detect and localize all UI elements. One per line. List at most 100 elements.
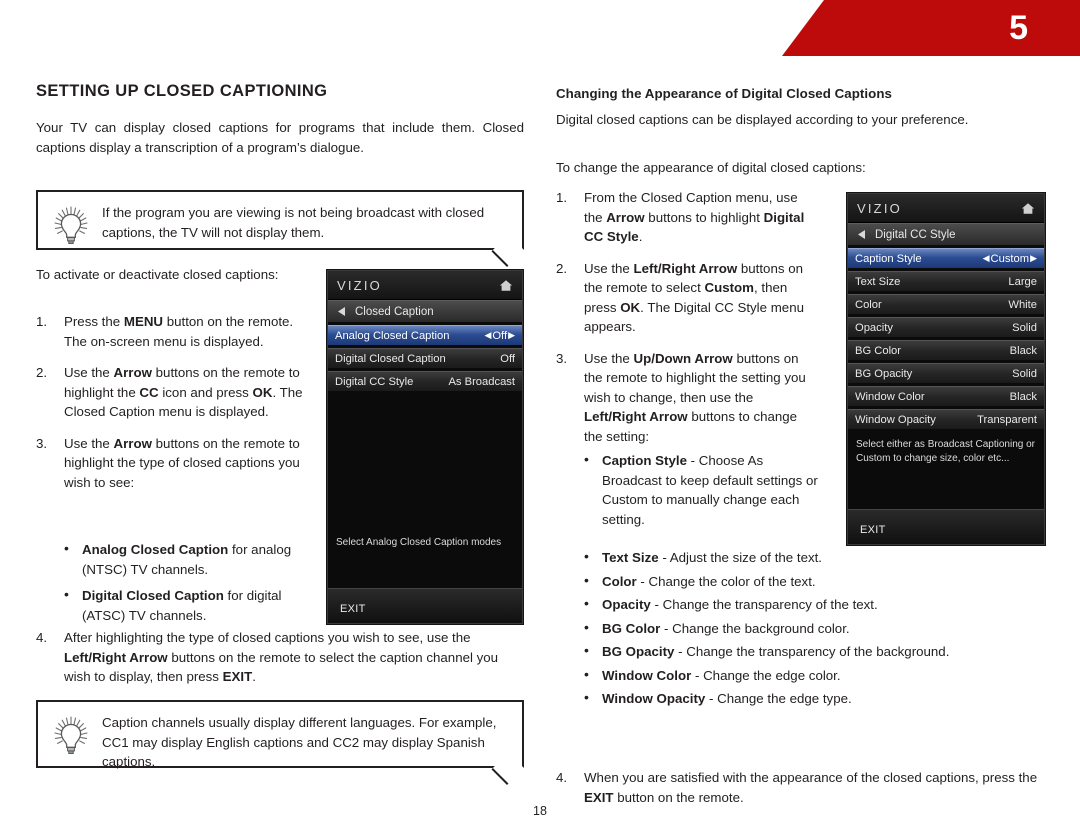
list-item: Opacity - Change the transparency of the… (578, 594, 1044, 615)
list-item: 3. Use the Up/Down Arrow buttons on the r… (556, 349, 818, 447)
osd-exit-label[interactable]: EXIT (860, 524, 886, 536)
tip-callout-broadcast: If the program you are viewing is not be… (36, 190, 524, 267)
chevron-right-icon[interactable]: ▶ (508, 331, 515, 340)
osd-row-list: Analog Closed Caption ◀ Off ▶ Digital Closed… (328, 322, 522, 391)
menu-row[interactable]: Color White (848, 294, 1044, 314)
step-text: Use the Left/Right Arrow buttons on the … (584, 260, 804, 335)
osd-breadcrumb[interactable]: Closed Caption (328, 300, 522, 322)
left-sub-bullets: Analog Closed Caption for analog (NTSC) … (58, 539, 326, 632)
chevron-right-icon[interactable]: ▶ (1030, 254, 1037, 263)
osd-breadcrumb-label: Digital CC Style (875, 228, 956, 241)
home-icon[interactable] (1021, 202, 1035, 215)
menu-row-value: Off (500, 352, 515, 365)
step-number: 3. (36, 435, 48, 451)
list-item: BG Opacity - Change the transparency of … (578, 641, 1044, 662)
intro-paragraph: Your TV can display closed captions for … (36, 120, 524, 155)
menu-row-label: Opacity (855, 321, 893, 334)
menu-row-value: Black (1009, 344, 1037, 357)
lightbulb-icon (48, 203, 94, 249)
lead-in-text: To activate or deactivate closed caption… (36, 267, 279, 282)
menu-row-label: Window Color (855, 390, 925, 403)
step-text: Use the Arrow buttons on the remote to h… (64, 435, 300, 490)
menu-row-label: Window Opacity (855, 413, 936, 426)
menu-row[interactable]: Digital Closed Caption Off (328, 348, 522, 368)
list-item: 2. Use the Arrow buttons on the remote to… (36, 363, 318, 422)
menu-row[interactable]: BG Opacity Solid (848, 363, 1044, 383)
menu-row-value: Transparent (977, 413, 1037, 426)
osd-exit-label[interactable]: EXIT (340, 603, 366, 615)
chevron-left-icon[interactable]: ◀ (983, 254, 990, 263)
page-title: SETTING UP CLOSED CAPTIONING (36, 82, 328, 100)
menu-row-value: White (1008, 298, 1037, 311)
menu-row-value-text: Off (492, 329, 508, 342)
vizio-logo: VIZIO (337, 277, 382, 293)
list-item: 2. Use the Left/Right Arrow buttons on th… (556, 259, 818, 337)
menu-row-value: As Broadcast (448, 375, 515, 388)
step-text: After highlighting the type of closed ca… (64, 630, 499, 684)
menu-row-value: Large (1008, 275, 1037, 288)
osd-hint-text: Select either as Broadcast Captioning or… (856, 439, 1035, 464)
lightbulb-icon (48, 713, 94, 759)
step-number: 3. (556, 350, 568, 366)
right-bullets-wide: Text Size - Adjust the size of the text.… (578, 547, 1044, 713)
menu-row-value: Solid (1012, 321, 1037, 334)
list-item: BG Color - Change the background color. (578, 618, 1044, 639)
menu-row-value-text: Custom (990, 252, 1030, 265)
list-item: Color - Change the color of the text. (578, 571, 1044, 592)
osd-breadcrumb-label: Closed Caption (355, 305, 434, 318)
menu-row[interactable]: Caption Style ◀ Custom ▶ (848, 248, 1044, 268)
menu-row-label: Text Size (855, 275, 901, 288)
menu-row-label: Analog Closed Caption (335, 329, 450, 342)
back-arrow-icon[interactable] (338, 303, 346, 321)
page-number: 18 (533, 804, 547, 818)
osd-hint-text: Select Analog Closed Caption modes (336, 537, 502, 548)
osd-titlebar: VIZIO (328, 271, 522, 300)
list-item: Analog Closed Caption for analog (NTSC) … (58, 539, 326, 579)
left-steps-list: 1. Press the MENU button on the remote. T… (36, 312, 318, 504)
step-text: When you are satisfied with the appearan… (584, 770, 1038, 805)
menu-row[interactable]: Text Size Large (848, 271, 1044, 291)
step-number: 4. (556, 770, 568, 785)
menu-row-value: ◀ Custom ▶ (983, 253, 1037, 265)
tip-text: Caption channels usually display differe… (102, 715, 497, 769)
list-item: Window Color - Change the edge color. (578, 665, 1044, 686)
step-text: Use the Up/Down Arrow buttons on the rem… (584, 350, 806, 444)
list-item: Caption Style - Choose As Broadcast to k… (578, 450, 826, 529)
menu-row-value: ◀ Off ▶ (484, 330, 515, 342)
menu-row[interactable]: Analog Closed Caption ◀ Off ▶ (328, 325, 522, 345)
menu-row[interactable]: Opacity Solid (848, 317, 1044, 337)
lead-in-text: To change the appearance of digital clos… (556, 160, 866, 175)
menu-row[interactable]: Window Opacity Transparent (848, 409, 1044, 429)
list-item: 1. Press the MENU button on the remote. T… (36, 312, 318, 351)
list-item: Window Opacity - Change the edge type. (578, 688, 1044, 709)
menu-row[interactable]: BG Color Black (848, 340, 1044, 360)
list-item: 1. From the Closed Caption menu, use the … (556, 188, 818, 247)
menu-row[interactable]: Window Color Black (848, 386, 1044, 406)
menu-row-label: Digital Closed Caption (335, 352, 446, 365)
step-text: Use the Arrow buttons on the remote to h… (64, 365, 303, 419)
menu-row-value: Solid (1012, 367, 1037, 380)
tv-menu-closed-caption[interactable]: VIZIO Closed Caption Analog Closed Capti… (327, 270, 523, 624)
chevron-left-icon[interactable]: ◀ (484, 331, 491, 340)
osd-breadcrumb[interactable]: Digital CC Style (848, 223, 1044, 245)
list-item: Digital Closed Caption for digital (ATSC… (58, 585, 326, 625)
vizio-logo: VIZIO (857, 200, 902, 216)
menu-row[interactable]: Digital CC Style As Broadcast (328, 371, 522, 391)
step-number: 4. (36, 630, 48, 645)
intro-paragraph: Digital closed captions can be displayed… (556, 112, 969, 127)
chapter-banner (782, 0, 1080, 56)
menu-row-label: Color (855, 298, 882, 311)
home-icon[interactable] (499, 279, 513, 292)
osd-titlebar: VIZIO (848, 194, 1044, 223)
menu-row-label: Digital CC Style (335, 375, 414, 388)
list-item: Text Size - Adjust the size of the text. (578, 547, 1044, 568)
tip-text: If the program you are viewing is not be… (102, 205, 485, 240)
menu-row-value: Black (1009, 390, 1037, 403)
chapter-number: 5 (1009, 9, 1028, 47)
subsection-title: Changing the Appearance of Digital Close… (556, 86, 892, 101)
list-item: 3. Use the Arrow buttons on the remote to… (36, 434, 318, 493)
step-number: 1. (36, 314, 48, 329)
list-item: 4. When you are satisfied with the appea… (556, 768, 1044, 807)
tv-menu-digital-cc-style[interactable]: VIZIO Digital CC Style Caption Style ◀ Cus… (847, 193, 1045, 545)
back-arrow-icon[interactable] (858, 226, 866, 244)
